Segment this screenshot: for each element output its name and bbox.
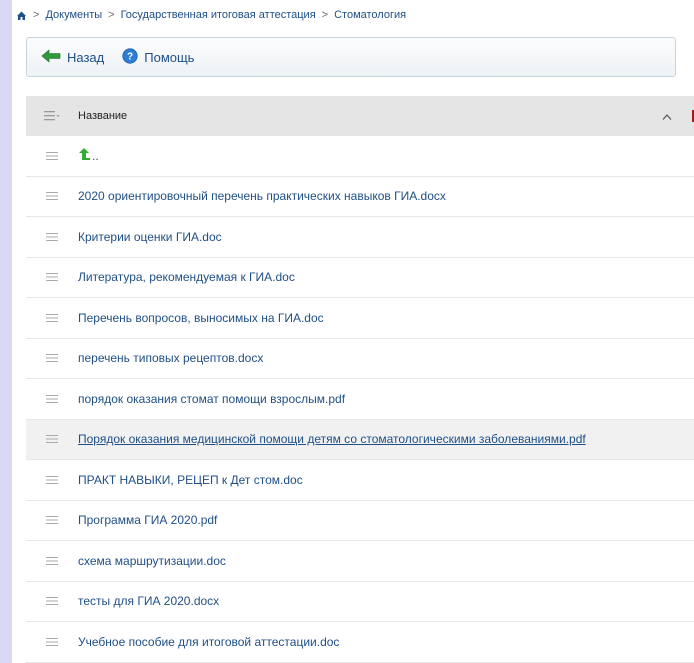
table-header: Название <box>26 96 694 136</box>
row-drag-handle[interactable] <box>26 475 78 484</box>
column-menu-button[interactable] <box>26 111 78 121</box>
row-drag-handle[interactable] <box>26 597 78 606</box>
svg-text:?: ? <box>127 51 133 62</box>
back-button-label: Назад <box>67 49 105 65</box>
table-row[interactable]: перечень типовых рецептов.docx <box>26 339 694 379</box>
file-link[interactable]: 2020 ориентировочный перечень практическ… <box>78 189 446 203</box>
toolbar: Назад ? Помощь <box>26 37 676 77</box>
file-link[interactable]: тесты для ГИА 2020.docx <box>78 594 219 608</box>
row-drag-handle[interactable] <box>26 435 78 444</box>
row-drag-handle[interactable] <box>26 273 78 282</box>
help-button[interactable]: ? Помощь <box>122 47 195 67</box>
file-link[interactable]: Порядок оказания медицинской помощи детя… <box>78 432 586 446</box>
breadcrumb-separator: > <box>33 9 40 21</box>
row-drag-handle[interactable] <box>26 151 78 160</box>
table-row[interactable]: Учебное пособие для итоговой аттестации.… <box>26 622 694 663</box>
sort-chevron-up-icon[interactable] <box>662 110 672 124</box>
breadcrumb-item-documents[interactable]: Документы <box>45 9 102 21</box>
table-row[interactable]: порядок оказания стомат помощи взрослым.… <box>26 379 694 420</box>
drag-handle-icon <box>46 313 58 322</box>
parent-folder-label: .. <box>92 148 99 163</box>
file-link[interactable]: Учебное пособие для итоговой аттестации.… <box>78 635 339 649</box>
breadcrumb: > Документы > Государственная итоговая а… <box>12 4 686 26</box>
drag-handle-icon <box>46 151 58 160</box>
back-button[interactable]: Назад <box>41 48 105 66</box>
drag-handle-icon <box>46 597 58 606</box>
file-link[interactable]: порядок оказания стомат помощи взрослым.… <box>78 392 345 406</box>
row-drag-handle[interactable] <box>26 232 78 241</box>
drag-handle-icon <box>46 192 58 201</box>
drag-handle-icon <box>46 273 58 282</box>
column-header-name[interactable]: Название <box>78 110 127 122</box>
list-menu-icon <box>44 111 60 121</box>
drag-handle-icon <box>46 475 58 484</box>
parent-folder-arrow-icon <box>78 147 90 164</box>
table-row[interactable]: схема маршрутизации.doc <box>26 541 694 582</box>
file-table: Название .. 2020 ориентировочный перечен… <box>26 96 694 663</box>
table-row[interactable]: тесты для ГИА 2020.docx <box>26 582 694 622</box>
breadcrumb-item-attestation[interactable]: Государственная итоговая аттестация <box>121 9 316 21</box>
table-row[interactable]: 2020 ориентировочный перечень практическ… <box>26 177 694 217</box>
home-icon[interactable] <box>16 10 27 21</box>
file-link[interactable]: схема маршрутизации.doc <box>78 554 226 568</box>
row-drag-handle[interactable] <box>26 556 78 565</box>
drag-handle-icon <box>46 354 58 363</box>
breadcrumb-item-dentistry: Стоматология <box>334 9 407 21</box>
help-button-label: Помощь <box>144 49 195 65</box>
row-drag-handle[interactable] <box>26 394 78 403</box>
table-row[interactable]: ПРАКТ НАВЫКИ, РЕЦЕП к Дет стом.doc <box>26 460 694 501</box>
row-drag-handle[interactable] <box>26 192 78 201</box>
file-link[interactable]: ПРАКТ НАВЫКИ, РЕЦЕП к Дет стом.doc <box>78 473 303 487</box>
file-browser: > Документы > Государственная итоговая а… <box>12 0 694 663</box>
table-row-up[interactable]: .. <box>26 136 694 177</box>
file-link[interactable]: Перечень вопросов, выносимых на ГИА.doc <box>78 311 324 325</box>
table-row[interactable]: Литература, рекомендуемая к ГИА.doc <box>26 258 694 298</box>
breadcrumb-separator: > <box>108 9 115 21</box>
help-icon: ? <box>122 47 138 67</box>
back-arrow-icon <box>41 48 61 66</box>
drag-handle-icon <box>46 556 58 565</box>
table-row[interactable]: Критерии оценки ГИА.doc <box>26 217 694 258</box>
row-drag-handle[interactable] <box>26 313 78 322</box>
table-row-hovered[interactable]: Порядок оказания медицинской помощи детя… <box>26 419 694 460</box>
file-link[interactable]: Критерии оценки ГИА.doc <box>78 230 222 244</box>
drag-handle-icon <box>46 516 58 525</box>
breadcrumb-separator: > <box>321 9 329 21</box>
file-link[interactable]: Программа ГИА 2020.pdf <box>78 513 217 527</box>
row-drag-handle[interactable] <box>26 354 78 363</box>
file-link[interactable]: Литература, рекомендуемая к ГИА.doc <box>78 270 295 284</box>
drag-handle-icon <box>46 435 58 444</box>
table-row[interactable]: Программа ГИА 2020.pdf <box>26 501 694 541</box>
file-link[interactable]: перечень типовых рецептов.docx <box>78 351 263 365</box>
row-drag-handle[interactable] <box>26 516 78 525</box>
drag-handle-icon <box>46 232 58 241</box>
drag-handle-icon <box>46 394 58 403</box>
drag-handle-icon <box>46 637 58 646</box>
row-drag-handle[interactable] <box>26 637 78 646</box>
table-row[interactable]: Перечень вопросов, выносимых на ГИА.doc <box>26 298 694 339</box>
